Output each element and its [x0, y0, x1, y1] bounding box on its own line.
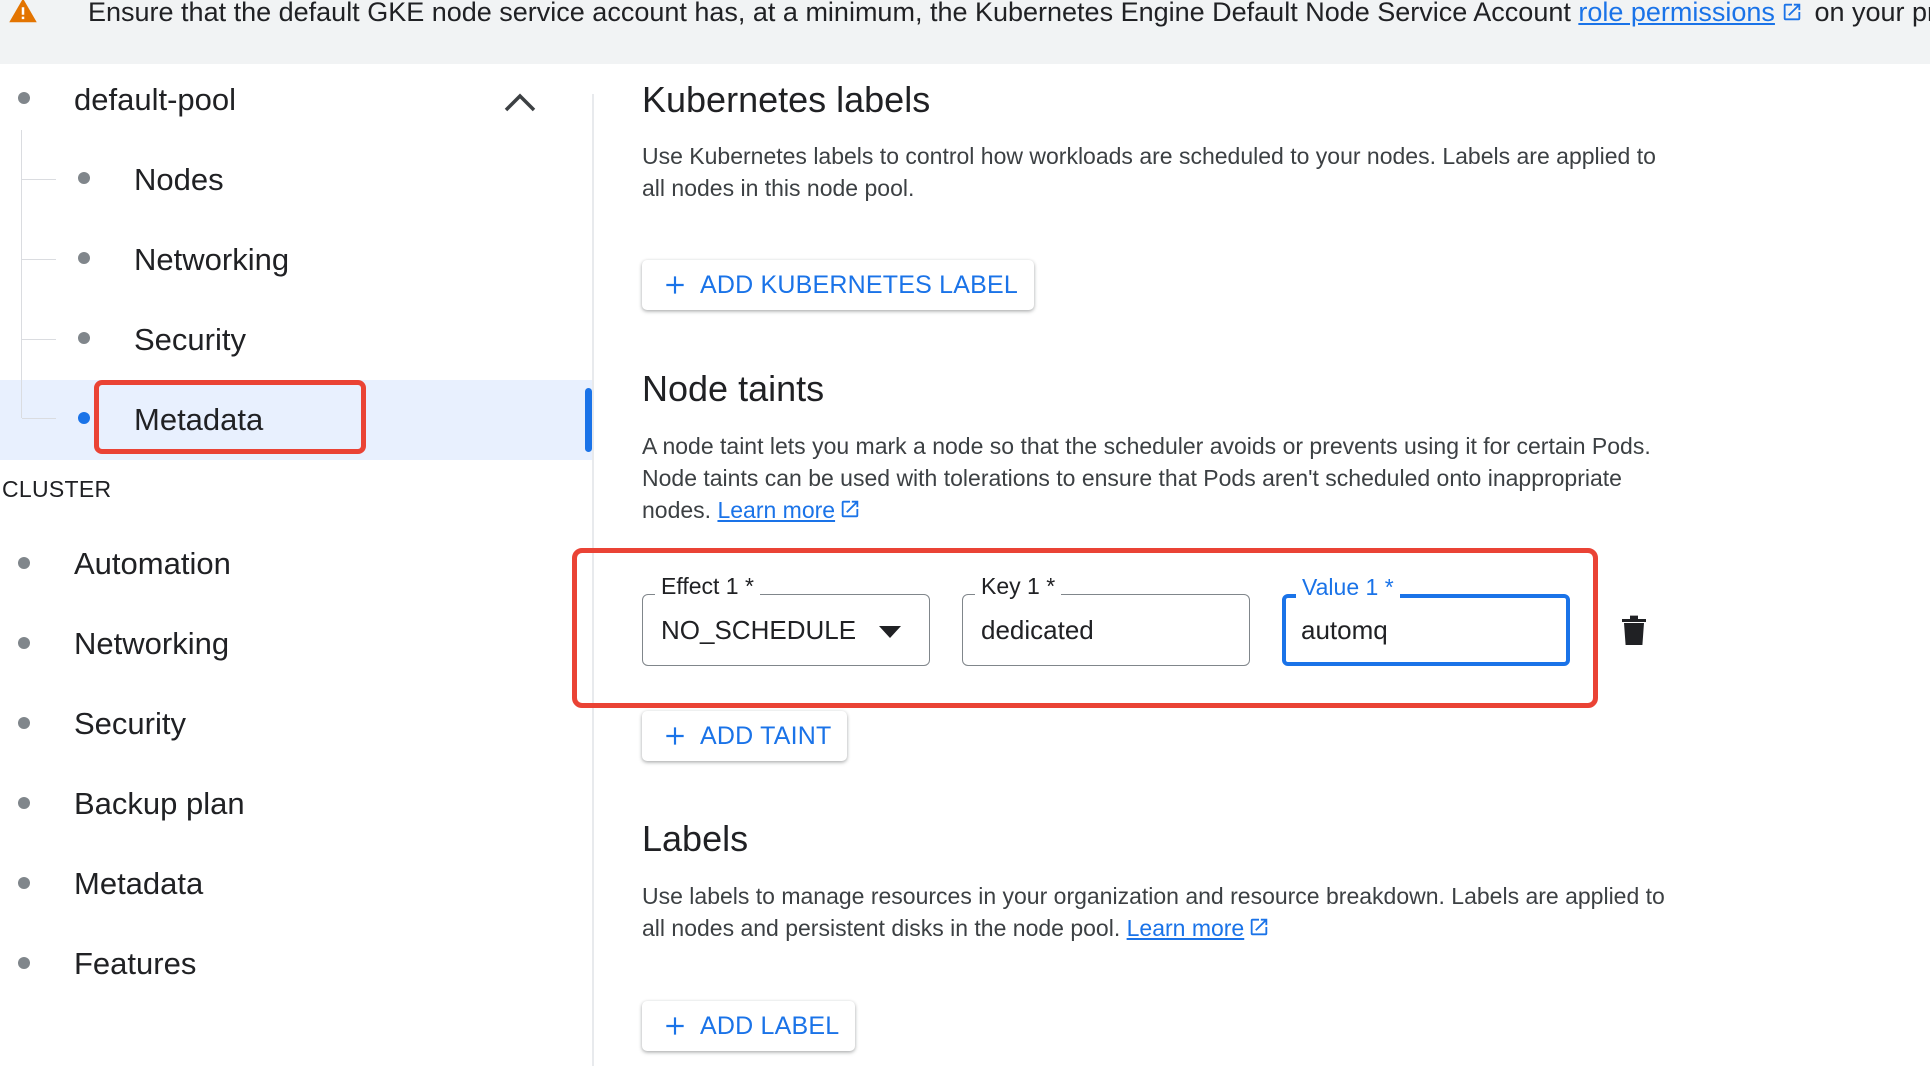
add-label-text: ADD LABEL [700, 1011, 840, 1040]
nav-item-backup-plan[interactable]: Backup plan [74, 786, 245, 822]
nav-item-cluster-networking[interactable]: Networking [74, 626, 229, 662]
active-indicator [585, 388, 592, 452]
nav-item-cluster-security[interactable]: Security [74, 706, 186, 742]
add-kubernetes-label-text: ADD KUBERNETES LABEL [700, 270, 1018, 299]
node-pool-bullet-icon [18, 92, 30, 104]
tree-branch [22, 259, 56, 260]
highlight-box-taint-fields [572, 548, 1598, 708]
delete-taint-icon[interactable] [1620, 614, 1648, 651]
add-kubernetes-label-button[interactable]: ADD KUBERNETES LABEL [642, 260, 1034, 310]
labels-description: Use labels to manage resources in your o… [642, 880, 1682, 946]
plus-icon [662, 723, 688, 749]
add-taint-text: ADD TAINT [700, 721, 832, 750]
bullet-icon [18, 957, 30, 969]
plus-icon [662, 1013, 688, 1039]
labels-title: Labels [642, 818, 749, 859]
warning-icon [8, 0, 38, 31]
active-bullet-icon [78, 412, 90, 424]
highlight-box-metadata [94, 380, 366, 454]
labels-learn-more-link[interactable]: Learn more [1127, 915, 1245, 941]
node-taints-title: Node taints [642, 368, 825, 409]
nav-item-networking[interactable]: Networking [134, 242, 289, 278]
bullet-icon [78, 252, 90, 264]
tree-line [21, 130, 22, 418]
tree-branch [22, 418, 56, 419]
plus-icon [662, 272, 688, 298]
node-taints-description: A node taint lets you mark a node so tha… [642, 430, 1682, 528]
nav-item-security[interactable]: Security [134, 322, 246, 358]
banner-text-before: Ensure that the default GKE node service… [88, 0, 1579, 27]
external-link-icon [1781, 0, 1803, 32]
external-link-icon [839, 496, 861, 528]
node-taints-learn-more-link[interactable]: Learn more [717, 497, 835, 523]
chevron-up-icon[interactable] [502, 88, 538, 119]
external-link-icon [1248, 914, 1270, 946]
bullet-icon [18, 637, 30, 649]
tree-branch [22, 179, 56, 180]
nav-item-nodes[interactable]: Nodes [134, 162, 224, 198]
kubernetes-labels-description: Use Kubernetes labels to control how wor… [642, 143, 1656, 201]
bullet-icon [18, 557, 30, 569]
tree-branch [22, 339, 56, 340]
service-account-warning-banner: Ensure that the default GKE node service… [0, 0, 1930, 64]
bullet-icon [78, 172, 90, 184]
bullet-icon [18, 797, 30, 809]
bullet-icon [78, 332, 90, 344]
bullet-icon [18, 877, 30, 889]
role-permissions-link[interactable]: role permissions [1578, 0, 1775, 27]
nav-item-cluster-metadata[interactable]: Metadata [74, 866, 203, 902]
nav-node-pool-label[interactable]: default-pool [74, 82, 236, 118]
cluster-section-heading: CLUSTER [2, 476, 112, 502]
add-label-button[interactable]: ADD LABEL [642, 1001, 856, 1051]
bullet-icon [18, 717, 30, 729]
banner-text: Ensure that the default GKE node service… [88, 0, 1930, 32]
nav-item-features[interactable]: Features [74, 946, 196, 982]
banner-text-after: on your project. [1814, 0, 1930, 27]
nav-item-automation[interactable]: Automation [74, 546, 231, 582]
add-taint-button[interactable]: ADD TAINT [642, 711, 848, 761]
kubernetes-labels-title: Kubernetes labels [642, 79, 931, 120]
